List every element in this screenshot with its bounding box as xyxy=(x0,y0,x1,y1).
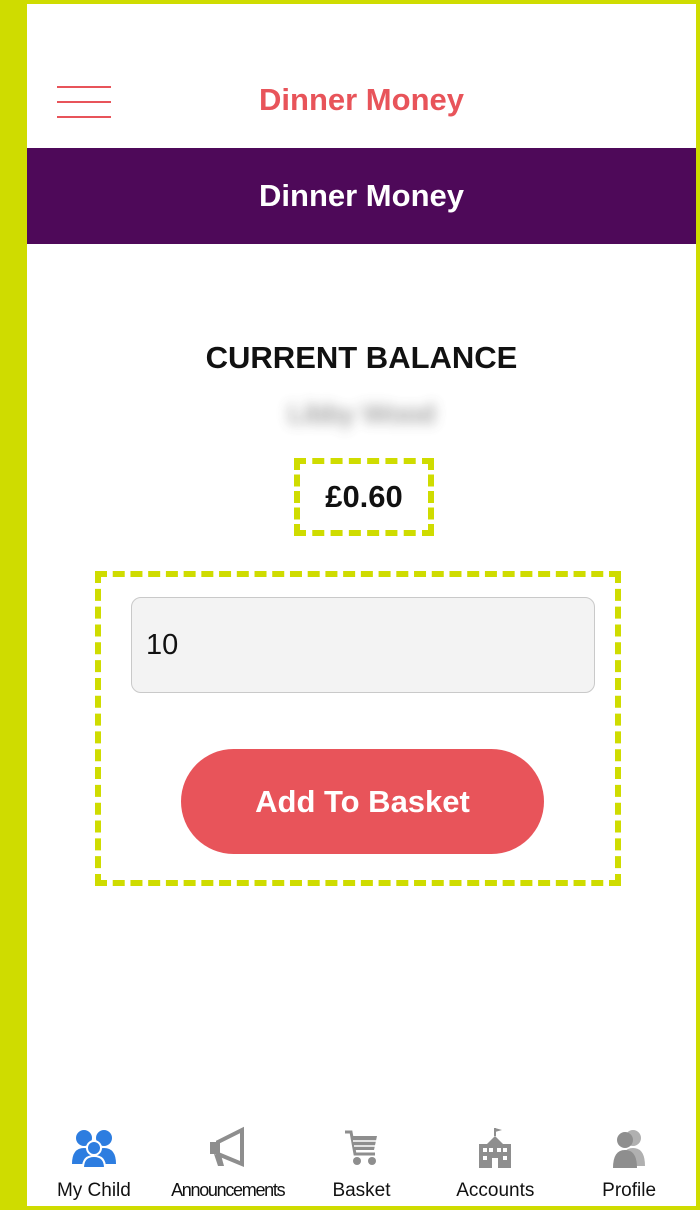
balance-highlight: £0.60 xyxy=(294,458,434,536)
topup-form-highlight: Add To Basket xyxy=(95,571,621,886)
profile-icon xyxy=(613,1130,646,1168)
tab-my-child[interactable]: My Child xyxy=(27,1122,161,1206)
tab-label: Profile xyxy=(602,1180,657,1201)
child-name: Libby Wood xyxy=(287,398,436,429)
tab-label: Accounts xyxy=(456,1180,535,1201)
tab-label: Basket xyxy=(332,1180,391,1201)
tab-label: My Child xyxy=(56,1180,131,1201)
shopping-cart-icon xyxy=(345,1130,378,1165)
balance-heading: CURRENT BALANCE xyxy=(205,340,518,375)
header-title: Dinner Money xyxy=(259,82,464,117)
megaphone-icon xyxy=(209,1126,244,1167)
banner-title: Dinner Money xyxy=(259,178,464,213)
amount-input[interactable] xyxy=(131,597,595,693)
top-bar: Dinner Money xyxy=(27,4,696,146)
balance-amount: £0.60 xyxy=(325,479,403,514)
tab-label: Announcements xyxy=(171,1180,285,1200)
page-banner: Dinner Money xyxy=(27,148,696,244)
tab-basket[interactable]: Basket xyxy=(295,1122,429,1206)
tab-accounts[interactable]: Accounts xyxy=(428,1122,562,1206)
tab-profile[interactable]: Profile xyxy=(562,1122,696,1206)
tab-announcements[interactable]: Announcements xyxy=(161,1122,295,1206)
app-screen: Dinner Money Dinner Money CURRENT BALANC… xyxy=(27,4,696,1206)
people-icon xyxy=(71,1130,116,1169)
add-to-basket-button[interactable]: Add To Basket xyxy=(181,749,544,854)
bottom-tab-bar: My Child Announcements Basket Accounts P… xyxy=(27,1122,696,1206)
school-building-icon xyxy=(479,1128,512,1168)
